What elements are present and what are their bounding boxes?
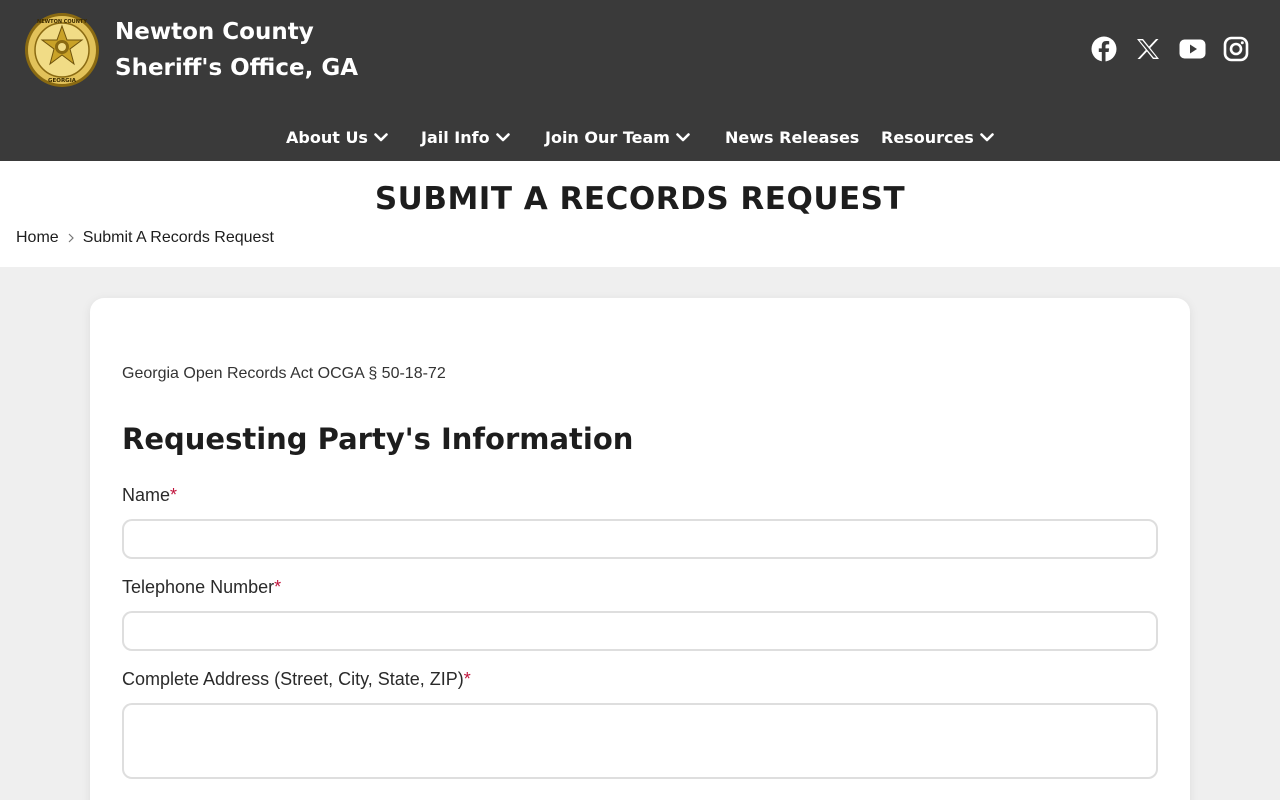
svg-text:GEORGIA: GEORGIA — [48, 78, 77, 84]
breadcrumb-home-link[interactable]: Home — [16, 229, 59, 247]
nav-news-releases[interactable]: News Releases — [725, 120, 859, 154]
name-input[interactable] — [122, 519, 1158, 559]
breadcrumb-current: Submit A Records Request — [82, 229, 274, 246]
required-marker: * — [463, 669, 471, 689]
required-marker: * — [170, 485, 178, 505]
nav-label: News Releases — [725, 127, 860, 147]
telephone-input[interactable] — [122, 611, 1158, 651]
site-title-line1: Newton County — [115, 19, 314, 45]
svg-text:NEWTON COUNTY: NEWTON COUNTY — [37, 19, 87, 25]
required-marker: * — [274, 577, 282, 597]
address-label-text: Complete Address (Street, City, State, Z… — [122, 669, 464, 689]
site-title-line2: Sheriff's Office, GA — [115, 55, 358, 81]
form-intro-text: Georgia Open Records Act OCGA § 50-18-72 — [122, 365, 446, 382]
youtube-icon[interactable] — [1178, 34, 1206, 64]
nav-label: Join Our Team — [545, 127, 670, 147]
nav-label: Resources — [881, 127, 974, 147]
records-request-form-card: Georgia Open Records Act OCGA § 50-18-72… — [90, 298, 1190, 800]
name-label: Name* — [122, 485, 177, 506]
chevron-down-icon — [374, 132, 388, 141]
chevron-down-icon — [676, 132, 690, 141]
telephone-label: Telephone Number* — [122, 577, 281, 598]
facebook-icon[interactable] — [1090, 34, 1118, 64]
sheriff-badge-logo[interactable]: NEWTON COUNTY GEORGIA — [24, 12, 100, 88]
nav-join-our-team[interactable]: Join Our Team — [545, 120, 690, 154]
address-label: Complete Address (Street, City, State, Z… — [122, 669, 471, 690]
nav-about-us[interactable]: About Us — [286, 120, 388, 154]
chevron-right-icon — [68, 233, 74, 243]
breadcrumb: Home Submit A Records Request — [16, 229, 274, 247]
chevron-down-icon — [495, 132, 510, 141]
site-title[interactable]: Newton County Sheriff's Office, GA — [115, 14, 358, 86]
page-title: SUBMIT A RECORDS REQUEST — [374, 181, 906, 217]
name-label-text: Name — [122, 485, 171, 505]
nav-label: About Us — [286, 127, 368, 147]
nav-label: Jail Info — [421, 127, 490, 147]
nav-resources[interactable]: Resources — [881, 120, 994, 154]
main-nav: About Us Jail Info Join Our Team News Re… — [0, 120, 1280, 154]
instagram-icon[interactable] — [1222, 34, 1250, 64]
chevron-down-icon — [980, 132, 994, 141]
nav-jail-info[interactable]: Jail Info — [421, 120, 510, 154]
x-icon[interactable] — [1135, 34, 1161, 64]
section-heading: Requesting Party's Information — [122, 422, 634, 456]
telephone-label-text: Telephone Number — [122, 577, 275, 597]
page-title-band: SUBMIT A RECORDS REQUEST Home Submit A R… — [0, 161, 1280, 267]
site-header: NEWTON COUNTY GEORGIA Newton County Sher… — [0, 0, 1280, 161]
address-textarea[interactable] — [122, 703, 1158, 779]
